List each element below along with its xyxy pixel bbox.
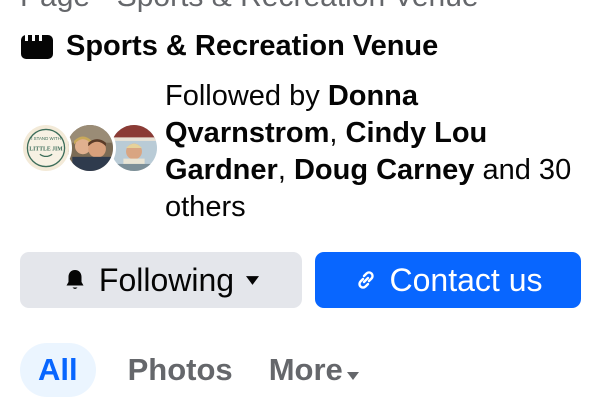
contact-us-button[interactable]: Contact us [315, 252, 581, 308]
tab-more-label: More [268, 352, 343, 387]
name-separator: , [329, 117, 346, 149]
followers-section[interactable]: I STAND WITH LITTLE JIM Followed by Donn… [20, 78, 580, 228]
follower-avatars[interactable]: I STAND WITH LITTLE JIM [20, 122, 160, 178]
tab-more[interactable]: More [251, 343, 377, 397]
followed-by-prefix: Followed by [165, 80, 328, 112]
tab-photos[interactable]: Photos [110, 343, 251, 397]
following-button-label: Following [98, 261, 235, 298]
page-tabs: All Photos More [20, 342, 377, 398]
page-flag-icon [20, 32, 54, 62]
follower-name[interactable]: Doug Carney [294, 154, 474, 186]
bell-icon [63, 267, 87, 293]
following-button[interactable]: Following [20, 252, 302, 308]
name-separator: , [277, 154, 294, 186]
category-label: Sports & Recreation Venue [66, 30, 439, 62]
little-jim-logo-avatar[interactable]: I STAND WITH LITTLE JIM [20, 122, 72, 174]
category-row: Sports & Recreation Venue [20, 30, 438, 63]
followed-by-text: Followed by Donna Qvarnstrom, Cindy Lou … [165, 78, 585, 226]
tab-all[interactable]: All [20, 343, 96, 397]
link-icon [354, 268, 378, 292]
little-jim-logo-main-text: LITTLE JIM [29, 147, 63, 153]
contact-us-button-label: Contact us [389, 261, 543, 298]
chevron-down-icon [246, 275, 260, 285]
page-profile-section: Page · Sports & Recreation Venue Sports … [0, 0, 600, 400]
page-header-cut: Page · Sports & Recreation Venue [20, 0, 479, 14]
little-jim-logo-top-text: I STAND WITH [31, 136, 61, 141]
caret-down-icon [346, 352, 359, 388]
